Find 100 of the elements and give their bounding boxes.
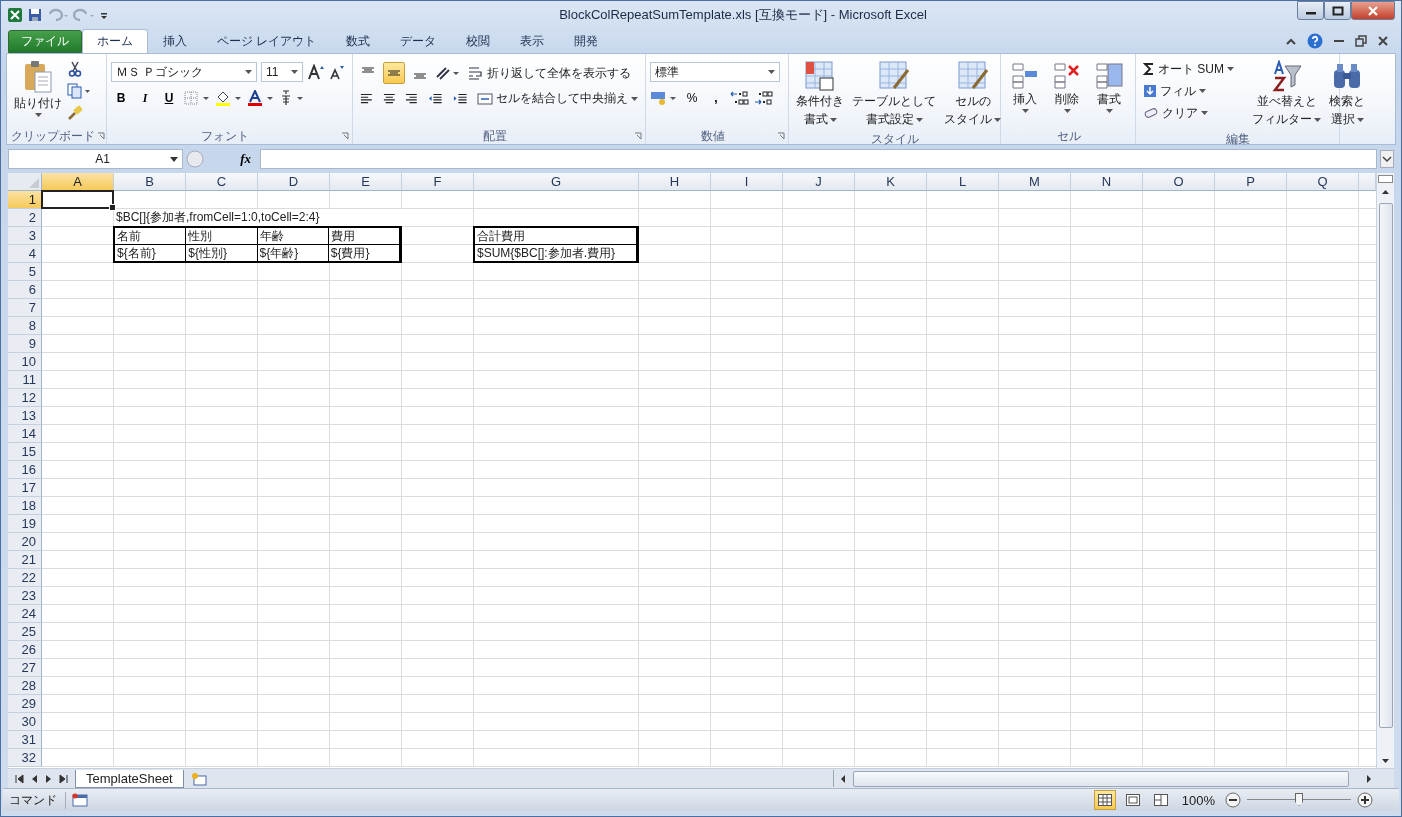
font-style-button[interactable]: U xyxy=(159,88,179,108)
sort-filter-button[interactable]: 並べ替えと フィルター xyxy=(1249,57,1324,131)
decrease-decimal-icon[interactable] xyxy=(754,90,774,106)
ribbon-tab[interactable]: 挿入 xyxy=(148,30,202,53)
maximize-button[interactable] xyxy=(1324,1,1351,20)
comma-button[interactable]: , xyxy=(706,88,726,108)
row-header[interactable]: 22 xyxy=(8,569,42,587)
ribbon-tab[interactable]: ページ レイアウト xyxy=(202,30,332,53)
paste-button[interactable]: 貼り付け xyxy=(11,57,65,128)
formula-input[interactable] xyxy=(260,149,1377,169)
column-header[interactable]: A xyxy=(42,173,114,191)
ribbon-tab[interactable]: 数式 xyxy=(331,30,386,53)
row-header[interactable]: 28 xyxy=(8,677,42,695)
row-header[interactable]: 13 xyxy=(8,407,42,425)
column-header[interactable]: L xyxy=(927,173,999,191)
autosum-button[interactable]: オート SUM xyxy=(1140,60,1237,78)
cell-command-button[interactable]: 削除 xyxy=(1047,57,1087,128)
row-header[interactable]: 32 xyxy=(8,749,42,767)
insert-function-button[interactable]: fx xyxy=(207,151,257,167)
font-name-field[interactable]: ＭＳ Ｐゴシック xyxy=(111,62,257,82)
column-header[interactable]: K xyxy=(855,173,927,191)
sheet-tab[interactable]: TemplateSheet xyxy=(75,769,184,788)
font-color-icon[interactable] xyxy=(247,90,275,106)
name-box[interactable]: A1 xyxy=(8,149,183,169)
grow-font-icon[interactable] xyxy=(307,64,325,80)
format-painter-icon[interactable] xyxy=(67,105,83,121)
merge-center-button[interactable]: セルを結合して中央揃え xyxy=(474,90,641,107)
increase-decimal-icon[interactable] xyxy=(730,90,750,106)
zoom-out-icon[interactable] xyxy=(1225,792,1241,808)
last-sheet-icon[interactable] xyxy=(59,773,69,784)
ribbon-tab[interactable]: 開発 xyxy=(559,30,614,53)
row-header[interactable]: 27 xyxy=(8,659,42,677)
column-header[interactable]: C xyxy=(186,173,258,191)
column-header[interactable]: H xyxy=(639,173,711,191)
save-icon[interactable] xyxy=(27,6,43,23)
column-header[interactable]: O xyxy=(1143,173,1215,191)
cell-command-button[interactable]: 挿入 xyxy=(1005,57,1045,128)
font-size-field[interactable]: 11 xyxy=(261,62,303,82)
row-header[interactable]: 8 xyxy=(8,317,42,335)
cut-icon[interactable] xyxy=(67,61,83,77)
copy-icon[interactable] xyxy=(67,83,91,99)
expand-formula-bar-icon[interactable] xyxy=(1380,150,1394,168)
row-header[interactable]: 26 xyxy=(8,641,42,659)
ribbon-tab[interactable]: ホーム xyxy=(82,29,148,54)
vertical-scrollbar[interactable] xyxy=(1376,173,1394,768)
dialog-launcher-icon[interactable] xyxy=(97,132,105,140)
row-header[interactable]: 10 xyxy=(8,353,42,371)
dialog-launcher-icon[interactable] xyxy=(341,132,349,140)
column-header[interactable]: Q xyxy=(1287,173,1359,191)
dialog-launcher-icon[interactable] xyxy=(634,132,642,140)
vertical-align-button[interactable] xyxy=(383,62,405,84)
shrink-font-icon[interactable] xyxy=(329,64,345,80)
row-header[interactable]: 17 xyxy=(8,479,42,497)
close-button[interactable] xyxy=(1351,1,1395,20)
column-header[interactable]: J xyxy=(783,173,855,191)
column-header[interactable]: D xyxy=(258,173,330,191)
row-header[interactable]: 23 xyxy=(8,587,42,605)
row-header[interactable]: 4 xyxy=(8,245,42,263)
font-style-button[interactable]: B xyxy=(111,88,131,108)
row-header[interactable]: 9 xyxy=(8,335,42,353)
scroll-thumb[interactable] xyxy=(1378,203,1393,728)
row-header[interactable]: 19 xyxy=(8,515,42,533)
ribbon-tab[interactable]: 校閲 xyxy=(451,30,506,53)
column-header[interactable]: N xyxy=(1071,173,1143,191)
row-header[interactable]: 5 xyxy=(8,263,42,281)
number-format-field[interactable]: 標準 xyxy=(650,62,780,82)
style-button[interactable]: セルの スタイル xyxy=(941,57,1004,131)
zoom-level[interactable]: 100% xyxy=(1177,792,1219,808)
expand-handle-icon[interactable] xyxy=(186,150,204,168)
column-header[interactable]: G xyxy=(474,173,639,191)
row-header[interactable]: 7 xyxy=(8,299,42,317)
row-header[interactable]: 11 xyxy=(8,371,42,389)
orientation-icon[interactable] xyxy=(435,65,461,81)
row-header[interactable]: 14 xyxy=(8,425,42,443)
fill-button[interactable]: フィル xyxy=(1140,82,1209,100)
wrap-text-button[interactable]: 折り返して全体を表示する xyxy=(465,64,634,82)
row-header[interactable]: 6 xyxy=(8,281,42,299)
ribbon-tab[interactable]: 表示 xyxy=(505,30,560,53)
active-cell[interactable] xyxy=(41,190,114,209)
row-header[interactable]: 24 xyxy=(8,605,42,623)
row-header[interactable]: 29 xyxy=(8,695,42,713)
column-header[interactable]: F xyxy=(402,173,474,191)
first-sheet-icon[interactable] xyxy=(14,773,24,784)
view-button[interactable] xyxy=(1093,790,1116,810)
column-header[interactable]: B xyxy=(114,173,186,191)
row-header[interactable]: 31 xyxy=(8,731,42,749)
row-header[interactable]: 25 xyxy=(8,623,42,641)
dialog-launcher-icon[interactable] xyxy=(777,132,785,140)
row-header[interactable]: 18 xyxy=(8,497,42,515)
cell-command-button[interactable]: 書式 xyxy=(1089,57,1129,128)
percent-button[interactable]: % xyxy=(682,88,702,108)
close-icon[interactable] xyxy=(1377,34,1389,47)
column-header[interactable]: I xyxy=(711,173,783,191)
scroll-right-icon[interactable] xyxy=(1364,772,1374,785)
clear-button[interactable]: クリア xyxy=(1140,104,1211,122)
zoom-slider[interactable] xyxy=(1247,792,1351,808)
currency-icon[interactable] xyxy=(650,90,678,106)
row-header[interactable]: 21 xyxy=(8,551,42,569)
row-header[interactable]: 1 xyxy=(8,191,42,209)
style-button[interactable]: 条件付き 書式 xyxy=(793,57,847,131)
